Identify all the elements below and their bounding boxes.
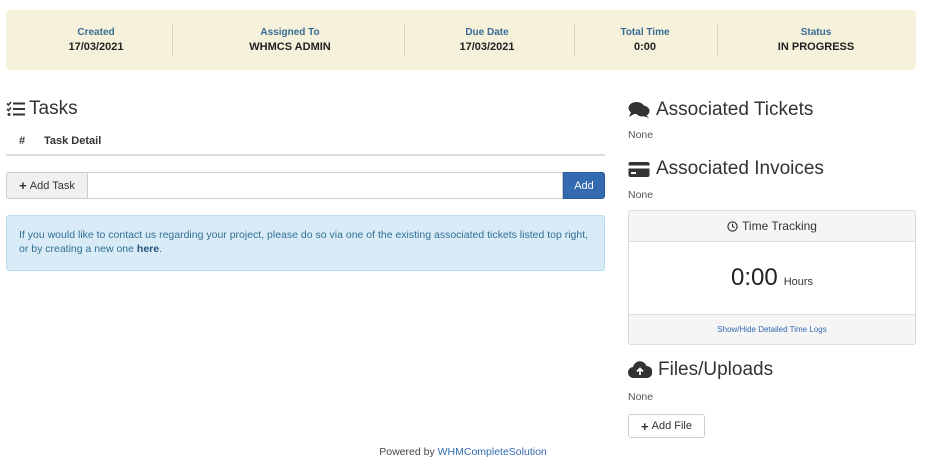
- tasks-table-header: # Task Detail: [6, 128, 605, 156]
- summary-status-label: Status: [800, 27, 832, 38]
- time-tracking-title: Time Tracking: [742, 219, 817, 233]
- plus-icon: +: [19, 178, 27, 193]
- summary-status: Status IN PROGRESS: [756, 27, 876, 54]
- footer: Powered by WHMCompleteSolution: [0, 446, 926, 458]
- associated-invoices-title: Associated Invoices: [656, 158, 824, 179]
- comments-icon: [628, 102, 650, 118]
- time-tracking-value: 0:00: [730, 264, 778, 291]
- summary-assigned-label: Assigned To: [260, 27, 320, 38]
- plus-icon: +: [641, 418, 649, 434]
- summary-total-time-value: 0:00: [633, 41, 657, 53]
- summary-created: Created 17/03/2021: [46, 27, 146, 54]
- associated-tickets-title: Associated Tickets: [656, 99, 814, 120]
- info-text-end: .: [159, 243, 163, 255]
- associated-invoices-none: None: [628, 189, 654, 201]
- add-task-label: Add Task: [29, 179, 75, 192]
- time-tracking-header: Time Tracking: [629, 211, 915, 242]
- summary-created-value: 17/03/2021: [68, 41, 124, 53]
- contact-info-alert: If you would like to contact us regardin…: [6, 215, 605, 271]
- task-input[interactable]: [88, 172, 563, 199]
- divider: [574, 24, 575, 56]
- summary-assigned: Assigned To WHMCS ADMIN: [230, 27, 350, 54]
- time-tracking-footer: Show/Hide Detailed Time Logs: [629, 314, 915, 344]
- column-header-number: #: [19, 135, 26, 147]
- summary-status-value: IN PROGRESS: [777, 41, 855, 53]
- tasks-heading: Tasks: [6, 98, 78, 120]
- add-task-form: + Add Task Add: [6, 172, 605, 199]
- add-file-label: Add File: [651, 420, 692, 432]
- time-tracking-unit: Hours: [783, 276, 814, 288]
- add-file-button[interactable]: + Add File: [628, 414, 705, 438]
- associated-tickets-none: None: [628, 129, 654, 141]
- add-task-addon: + Add Task: [6, 172, 88, 199]
- summary-created-label: Created: [77, 27, 115, 38]
- tasks-list-icon: [6, 101, 25, 116]
- summary-total-time: Total Time 0:00: [610, 27, 680, 54]
- toggle-time-logs-link[interactable]: Show/Hide Detailed Time Logs: [717, 325, 826, 334]
- info-text: If you would like to contact us regardin…: [19, 229, 589, 255]
- column-header-task-detail: Task Detail: [44, 135, 102, 147]
- project-summary-bar: Created 17/03/2021 Assigned To WHMCS ADM…: [6, 10, 916, 70]
- associated-invoices-heading: Associated Invoices: [628, 158, 824, 180]
- summary-due: Due Date 17/03/2021: [437, 27, 537, 54]
- files-none: None: [628, 391, 654, 403]
- divider: [717, 24, 718, 56]
- footer-link[interactable]: WHMCompleteSolution: [438, 446, 547, 458]
- associated-tickets-heading: Associated Tickets: [628, 99, 813, 121]
- tasks-title: Tasks: [29, 98, 78, 119]
- files-uploads-title: Files/Uploads: [658, 359, 774, 380]
- cloud-upload-icon: [628, 361, 652, 379]
- summary-due-label: Due Date: [465, 27, 509, 38]
- time-tracking-panel: Time Tracking 0:00 Hours Show/Hide Detai…: [628, 210, 916, 345]
- create-ticket-link[interactable]: here: [137, 243, 159, 255]
- divider: [172, 24, 173, 56]
- clock-icon: [727, 220, 738, 232]
- add-task-button[interactable]: Add: [563, 172, 605, 199]
- summary-due-value: 17/03/2021: [459, 41, 515, 53]
- footer-prefix: Powered by: [379, 446, 438, 458]
- files-uploads-heading: Files/Uploads: [628, 359, 773, 381]
- summary-total-time-label: Total Time: [620, 27, 670, 38]
- time-tracking-body: 0:00 Hours: [629, 242, 915, 314]
- divider: [404, 24, 405, 56]
- summary-assigned-value: WHMCS ADMIN: [249, 41, 331, 53]
- credit-card-icon: [628, 162, 650, 177]
